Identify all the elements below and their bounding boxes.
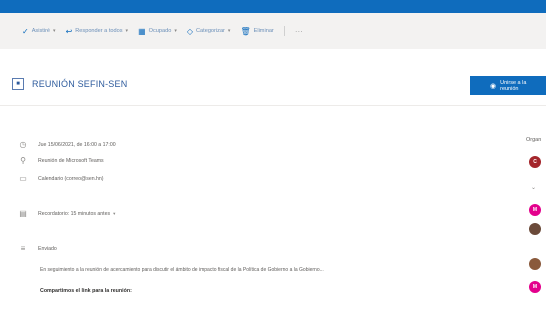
chevron-down-icon: ▾ [227,28,231,34]
accept-label: Asistiré [31,28,51,34]
event-toolbar: ✓ Asistiré ▾ ↩ Responder a todos ▾ ▦ Ocu… [0,13,546,49]
calendar-text: Calendario (correo@sen.hn) [38,175,104,182]
reminder-text: Recordatorio: 15 minutos antes [38,210,111,217]
reminder-row[interactable]: ▤ Recordatorio: 15 minutos antes ▾ [18,209,115,218]
header-divider [0,105,546,106]
date-time-text: Jue 15/06/2021, de 16:00 a 17:00 [38,141,116,148]
location-text: Reunión de Microsoft Teams [38,157,104,164]
event-title-row: ■ REUNIÓN SEFIN-SEN [12,78,127,90]
busy-label: Ocupado [148,28,172,34]
avatar[interactable] [529,223,541,235]
avatar[interactable]: M [529,204,541,216]
calendar-row: ▭ Calendario (correo@sen.hn) [18,174,104,183]
calendar-event-window: ✓ Asistiré ▾ ↩ Responder a todos ▾ ▦ Ocu… [0,0,546,315]
event-message: En seguimiento a la reunión de acercamie… [40,267,324,273]
join-label: Unirse a la reunión [500,79,527,92]
organizer-row: ≡ Enviado [18,244,57,253]
event-title: REUNIÓN SEFIN-SEN [32,79,128,89]
avatar[interactable] [529,258,541,270]
teams-video-icon: ◉ [490,82,497,90]
calendar-icon: ▦ [138,26,146,36]
join-meeting-button[interactable]: ◉ Unirse a la reunión [470,76,546,95]
avatar[interactable]: C [529,156,541,168]
chevron-down-icon[interactable]: ⌄ [531,184,536,191]
toolbar-divider [283,26,285,36]
reply-all-label: Responder a todos [75,28,123,34]
organizer-text: Enviado [38,245,57,252]
location-row: ⚲ Reunión de Microsoft Teams [18,156,104,165]
tag-icon: ◇ [186,26,193,36]
message-lines-icon: ≡ [20,244,26,253]
clock-icon: ◷ [19,140,27,149]
top-bar [0,0,546,13]
delete-button[interactable]: 🗑 Eliminar [240,27,273,36]
delete-label: Eliminar [253,28,274,34]
avatar[interactable]: M [529,281,541,293]
more-options-button[interactable]: ··· [295,27,303,36]
chevron-down-icon: ▾ [174,28,177,34]
categorize-label: Categorizar [196,28,225,34]
reminder-icon: ▤ [19,209,27,218]
check-icon: ✓ [22,26,29,36]
chevron-down-icon: ▾ [125,28,129,34]
trash-icon: 🗑 [240,26,251,36]
meeting-link-text: Compartimos el link para la reunión: [40,288,132,294]
reply-all-button[interactable]: ↩ Responder a todos ▾ [66,27,129,36]
accept-button[interactable]: ✓ Asistiré ▾ [22,27,56,36]
date-time-row: ◷ Jue 15/06/2021, de 16:00 a 17:00 [18,140,116,149]
reply-all-icon: ↩ [65,26,73,36]
chevron-down-icon: ▾ [53,28,56,34]
location-pin-icon: ⚲ [20,156,26,165]
calendar-icon: ▭ [19,174,27,183]
categorize-button[interactable]: ◇ Categorizar ▾ [187,27,231,36]
attendees-label: Organ [526,137,542,143]
event-type-icon: ■ [12,78,24,90]
busy-status-button[interactable]: ▦ Ocupado ▾ [138,27,177,36]
chevron-down-icon: ▾ [113,210,116,216]
